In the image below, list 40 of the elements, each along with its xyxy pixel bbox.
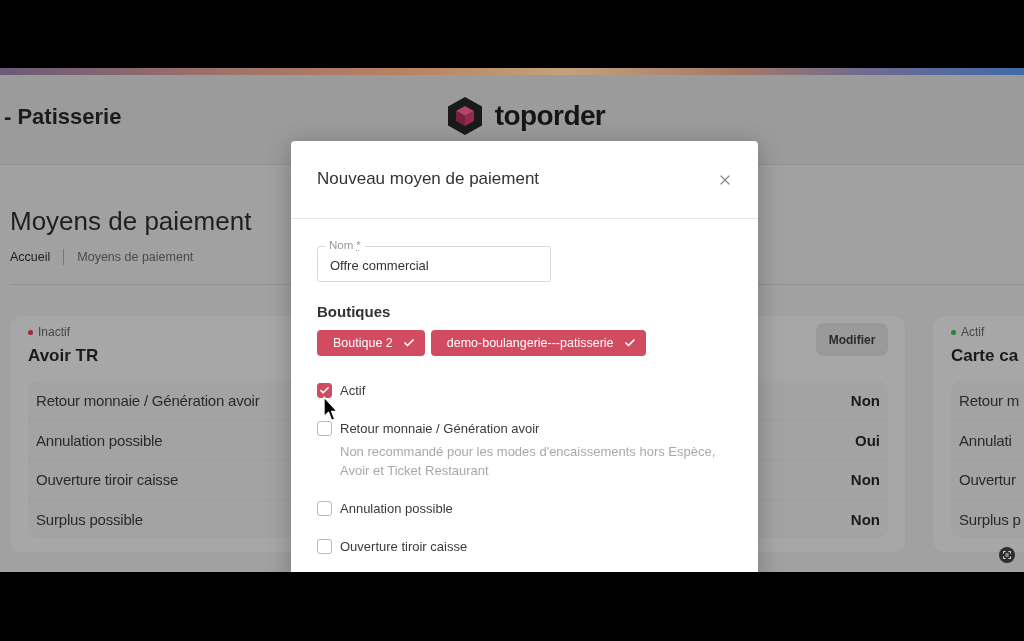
card-title: Avoir TR — [28, 345, 99, 367]
check-icon — [623, 337, 636, 349]
option-label: Retour monnaie / Génération avoir — [340, 420, 540, 436]
shop-chip[interactable]: Boutique 2 — [317, 330, 425, 356]
check-icon — [402, 337, 415, 349]
option-label: Actif — [340, 382, 366, 398]
info-label: Retour m — [959, 392, 1020, 410]
breadcrumb-link[interactable]: Moyens de paiement — [77, 250, 194, 264]
modify-button[interactable]: Modifier — [816, 323, 888, 356]
info-label: Surplus p — [959, 510, 1021, 528]
section-label: Boutiques — [317, 303, 391, 321]
info-label: Annulation possible — [36, 431, 163, 449]
info-label: Ouverture tiroir caisse — [36, 471, 179, 489]
scan-text-icon[interactable] — [999, 547, 1015, 563]
status-label: Actif — [961, 325, 985, 339]
info-label: Surplus possible — [36, 510, 143, 528]
option-label: Ouverture tiroir caisse — [340, 538, 468, 554]
checkbox[interactable] — [317, 500, 332, 516]
option-hint: Non recommandé pour les modes d'encaissements hors Espèce, Avoir et Ticket Restaurant — [340, 443, 717, 480]
info-value: Oui — [855, 431, 880, 449]
checkbox[interactable] — [317, 382, 332, 398]
info-value: Non — [850, 510, 880, 528]
card-title: Carte ca — [951, 345, 1019, 367]
page-title: Moyens de paiement — [10, 205, 252, 237]
logo-wordmark: toporder — [494, 99, 606, 132]
info-label: Annulati — [959, 431, 1012, 449]
option-label: Annulation possible — [340, 500, 453, 516]
header-title: - Patisserie — [4, 103, 122, 130]
info-label: Ouvertur — [959, 471, 1016, 489]
checkbox[interactable] — [317, 420, 332, 436]
breadcrumb-link[interactable]: Accueil — [10, 250, 51, 264]
info-value: Non — [850, 471, 880, 489]
checkbox[interactable] — [317, 538, 332, 554]
status-label: Inactif — [38, 325, 70, 339]
info-value: Non — [850, 392, 880, 410]
info-label: Retour monnaie / Génération avoir — [36, 392, 260, 410]
mouse-cursor-icon — [323, 396, 338, 422]
check-icon — [319, 384, 330, 396]
modal-title: Nouveau moyen de paiement — [317, 168, 540, 189]
shop-chip[interactable]: demo-boulangerie---patisserie — [430, 330, 646, 356]
